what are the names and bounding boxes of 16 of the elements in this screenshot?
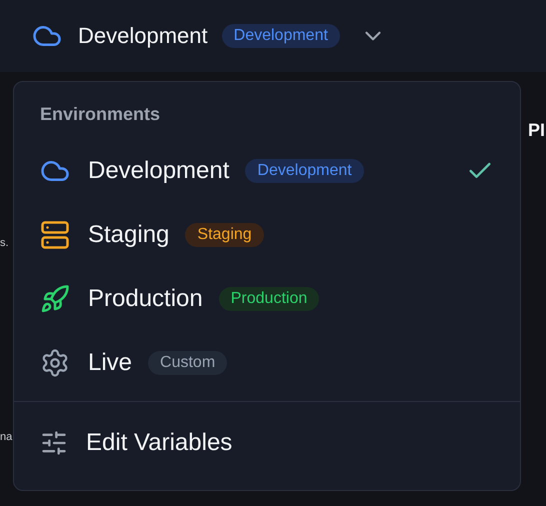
- environment-item[interactable]: Production Production: [14, 267, 520, 331]
- background-text: na: [0, 430, 12, 444]
- background-title: PI: [528, 120, 545, 141]
- environment-tag: Staging: [185, 223, 264, 247]
- rocket-icon: [40, 284, 70, 314]
- sliders-icon: [40, 429, 68, 457]
- background-text: s.: [0, 236, 9, 250]
- environment-item[interactable]: Live Custom: [14, 331, 520, 395]
- environment-tag: Custom: [148, 351, 228, 375]
- gear-icon: [40, 348, 70, 378]
- environment-tag: Development: [245, 159, 364, 183]
- menu-heading: Environments: [40, 104, 160, 125]
- environment-item[interactable]: Staging Staging: [14, 203, 520, 267]
- edit-variables-item[interactable]: Edit Variables: [14, 402, 520, 484]
- environment-tag: Production: [218, 287, 320, 311]
- server-icon: [40, 220, 70, 250]
